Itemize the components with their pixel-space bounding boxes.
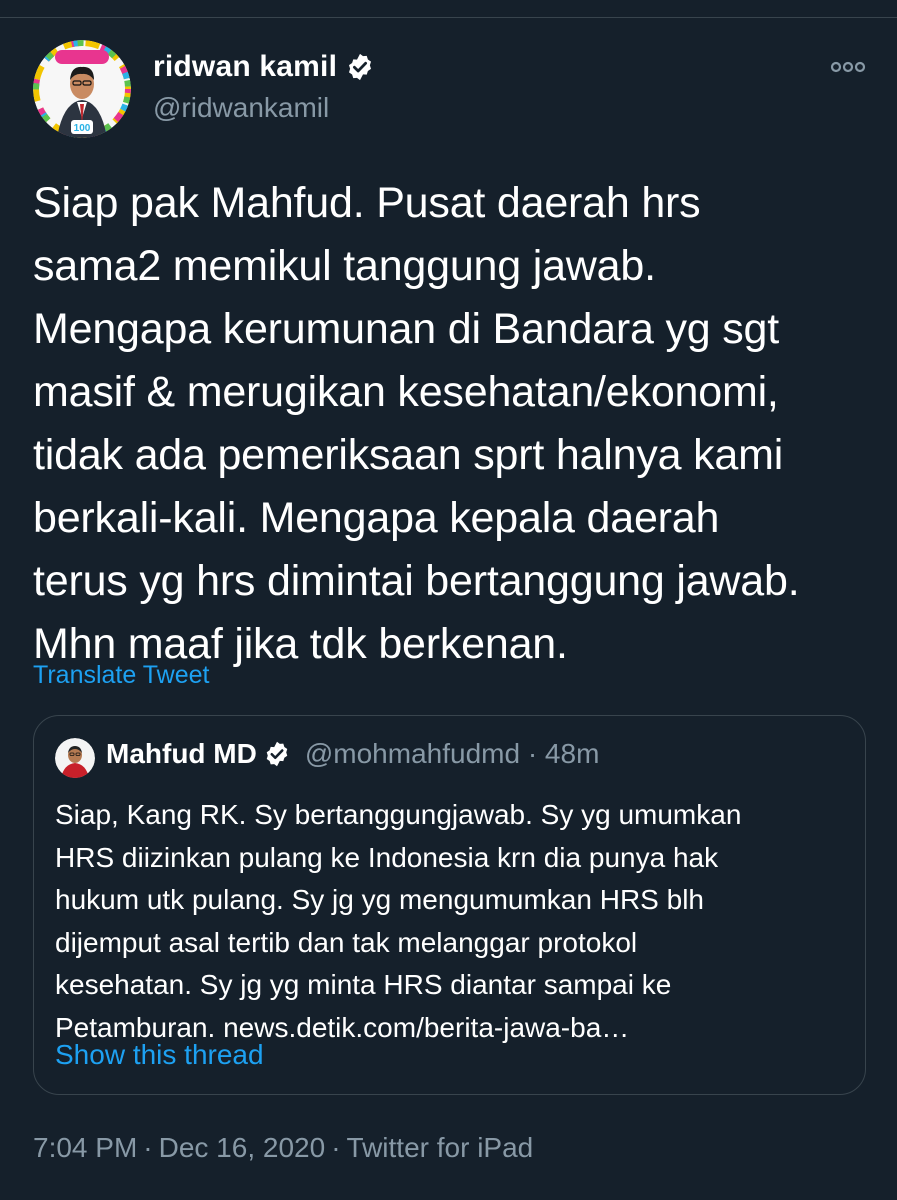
separator: · <box>143 1132 153 1163</box>
quoted-author-avatar <box>55 738 95 778</box>
tweet-date[interactable]: Dec 16, 2020 <box>159 1132 326 1163</box>
quoted-author-name: Mahfud MD <box>106 738 257 769</box>
quoted-tweet-body: Siap, Kang RK. Sy bertanggungjawab. Sy y… <box>55 799 742 1043</box>
author-name[interactable]: ridwan kamil <box>153 50 337 84</box>
quoted-author-meta: @mohmahfudmd · 48m <box>304 738 600 769</box>
top-divider <box>0 0 897 18</box>
author-avatar[interactable]: 100 <box>33 40 131 138</box>
tweet-client[interactable]: Twitter for iPad <box>347 1132 534 1163</box>
tweet-time[interactable]: 7:04 PM <box>33 1132 137 1163</box>
author-handle[interactable]: @ridwankamil <box>153 92 329 124</box>
more-options-icon[interactable] <box>828 52 868 82</box>
avatar-badge-number: 100 <box>74 123 91 134</box>
author-name-row: ridwan kamil <box>153 50 375 84</box>
tweet-text: Siap pak Mahfud. Pusat daerah hrs sama2 … <box>33 179 800 668</box>
translate-tweet-link[interactable]: Translate Tweet <box>33 661 209 690</box>
separator: · <box>331 1132 341 1163</box>
quoted-tweet-link[interactable]: news.detik.com/berita-jawa-ba… <box>223 1012 629 1043</box>
verified-badge-icon <box>263 740 291 768</box>
quoted-tweet-text: Siap, Kang RK. Sy bertanggungjawab. Sy y… <box>55 794 855 1049</box>
tweet-timestamp: 7:04 PM · Dec 16, 2020 · Twitter for iPad <box>33 1132 533 1164</box>
show-thread-link[interactable]: Show this thread <box>55 1039 264 1071</box>
quoted-tweet-header: Mahfud MD @mohmahfudmd · 48m <box>106 738 599 770</box>
quoted-tweet-card[interactable]: Mahfud MD @mohmahfudmd · 48m Siap, Kang … <box>33 715 866 1095</box>
verified-badge-icon <box>345 52 375 82</box>
